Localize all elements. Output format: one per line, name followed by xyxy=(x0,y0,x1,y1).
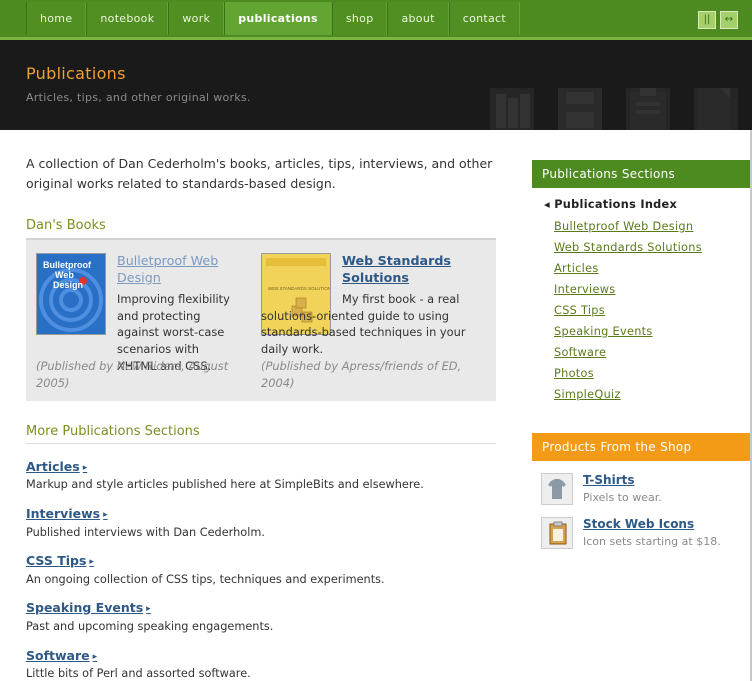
sidebar-item-web-standards[interactable]: Web Standards Solutions xyxy=(554,241,702,254)
narrow-layout-icon[interactable]: || xyxy=(698,11,716,29)
page-header: Publications Articles, tips, and other o… xyxy=(0,40,752,130)
svg-text:Bulletproof: Bulletproof xyxy=(43,260,92,270)
arrow-right-icon: ▸ xyxy=(92,652,98,662)
section-link-css-tips[interactable]: CSS Tips ▸ xyxy=(26,553,94,568)
sidebar-item-interviews[interactable]: Interviews xyxy=(554,283,615,296)
page-deco-icon xyxy=(694,88,738,130)
sidebar-item-photos[interactable]: Photos xyxy=(554,367,594,380)
section-desc-interviews: Published interviews with Dan Cederholm. xyxy=(26,526,265,539)
section-desc-articles: Markup and style articles published here… xyxy=(26,478,424,491)
nav-about[interactable]: about xyxy=(387,2,449,35)
intro-text: A collection of Dan Cederholm's books, a… xyxy=(26,156,493,191)
nav-tabs: home notebook work publications shop abo… xyxy=(26,2,520,35)
section-link-speaking-events[interactable]: Speaking Events ▸ xyxy=(26,600,151,615)
wide-layout-icon[interactable]: ↔ xyxy=(720,11,738,29)
more-sections-heading: More Publications Sections xyxy=(26,424,200,439)
bulletproof-cover-image[interactable]: Bulletproof Web Design xyxy=(36,253,106,335)
nav-contact[interactable]: contact xyxy=(448,2,520,35)
sidebar-item-bulletproof[interactable]: Bulletproof Web Design xyxy=(554,220,693,233)
sidebar-item-simplequiz[interactable]: SimpleQuiz xyxy=(554,388,621,401)
publications-sections-heading: Publications Sections xyxy=(532,160,752,188)
bulletproof-meta: (Published by New Riders, August 2005) xyxy=(36,359,229,390)
clipboard-icon[interactable] xyxy=(541,517,573,549)
section-link-software[interactable]: Software ▸ xyxy=(26,648,97,663)
section-link-articles[interactable]: Articles ▸ xyxy=(26,459,87,474)
product-stock-icons-sub: Icon sets starting at $18. xyxy=(583,535,721,548)
page-title: Publications xyxy=(26,64,126,83)
section-divider xyxy=(26,443,496,444)
product-stock-icons-link[interactable]: Stock Web Icons xyxy=(583,517,694,531)
nav-notebook[interactable]: notebook xyxy=(86,2,169,35)
bulletproof-title-link[interactable]: Bulletproof Web Design xyxy=(117,253,218,285)
shop-products-heading: Products From the Shop xyxy=(532,433,752,461)
arrow-right-icon: ▸ xyxy=(103,510,108,520)
sidebar-item-speaking-events[interactable]: Speaking Events xyxy=(554,325,653,338)
section-desc-software: Little bits of Perl and assorted softwar… xyxy=(26,667,251,680)
arrow-right-icon: ▸ xyxy=(82,463,88,473)
product-tshirts-link[interactable]: T-Shirts xyxy=(583,473,635,487)
arrow-right-icon: ▸ xyxy=(89,557,94,567)
section-desc-css-tips: An ongoing collection of CSS tips, techn… xyxy=(26,573,385,586)
nav-shop[interactable]: shop xyxy=(331,2,388,35)
tshirt-icon[interactable] xyxy=(541,473,573,505)
web-standards-desc: My first book - a real solutions-oriente… xyxy=(261,292,466,357)
books-box: Bulletproof Web Design Bulletproof Web D… xyxy=(26,238,496,401)
section-link-interviews[interactable]: Interviews ▸ xyxy=(26,506,108,521)
sidebar-item-css-tips[interactable]: CSS Tips xyxy=(554,304,605,317)
arrow-right-icon: ▸ xyxy=(146,604,151,614)
product-tshirts-sub: Pixels to wear. xyxy=(583,491,662,504)
layout-toggles: || ↔ xyxy=(698,11,738,29)
top-navigation: home notebook work publications shop abo… xyxy=(0,0,752,38)
web-standards-meta: (Published by Apress/friends of ED, 2004… xyxy=(261,359,462,390)
sidebar-item-articles[interactable]: Articles xyxy=(554,262,599,275)
disk-deco-icon xyxy=(558,88,602,130)
triangle-left-icon: ◂ xyxy=(544,198,555,211)
section-desc-speaking-events: Past and upcoming speaking engagements. xyxy=(26,620,274,633)
nav-work[interactable]: work xyxy=(168,2,225,35)
nav-home[interactable]: home xyxy=(26,2,87,35)
page-subtitle: Articles, tips, and other original works… xyxy=(26,91,251,104)
svg-text:Design: Design xyxy=(53,280,83,290)
svg-text:Web: Web xyxy=(55,270,74,280)
books-heading: Dan's Books xyxy=(26,218,106,233)
web-standards-title-link[interactable]: Web Standards Solutions xyxy=(342,253,451,285)
nav-publications[interactable]: publications xyxy=(224,2,332,35)
book-deco-icon xyxy=(490,88,534,130)
sidebar-item-publications-index[interactable]: ◂ Publications Index xyxy=(544,198,677,211)
sidebar-item-software[interactable]: Software xyxy=(554,346,606,359)
clipboard-deco-icon xyxy=(626,88,670,130)
